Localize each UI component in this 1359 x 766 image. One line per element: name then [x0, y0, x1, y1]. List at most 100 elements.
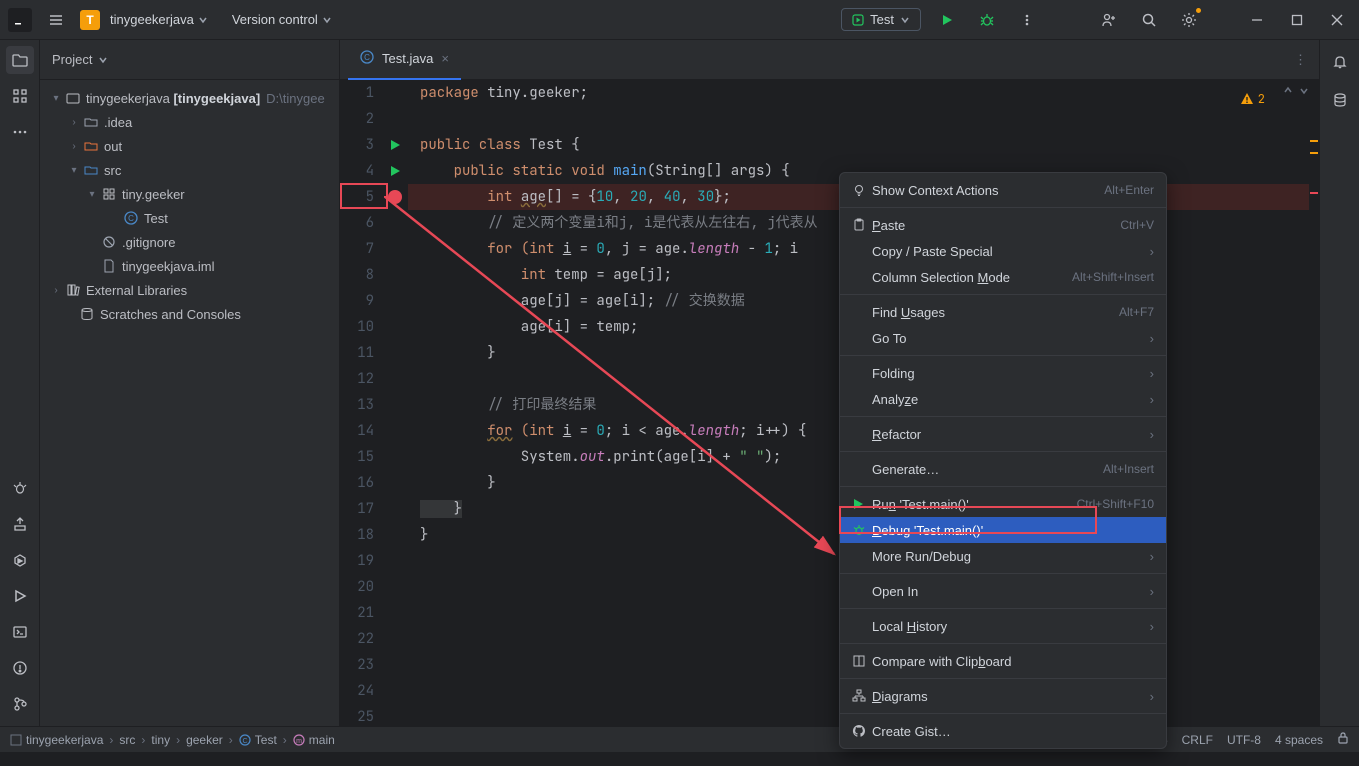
run-config-selector[interactable]: Test — [841, 8, 921, 31]
github-icon — [852, 724, 872, 738]
right-toolbar — [1319, 40, 1359, 726]
chevron-down-icon[interactable] — [98, 55, 108, 65]
maximize-button[interactable] — [1283, 6, 1311, 34]
structure-tool-button[interactable] — [6, 82, 34, 110]
gutter-icon-area[interactable] — [384, 80, 408, 726]
left-toolbar — [0, 40, 40, 726]
git-tool-button[interactable] — [6, 690, 34, 718]
warnings-indicator[interactable]: 2 — [1240, 86, 1265, 112]
run-tool-button[interactable] — [6, 582, 34, 610]
terminal-tool-button[interactable] — [6, 618, 34, 646]
encoding[interactable]: UTF-8 — [1227, 733, 1261, 747]
tree-test-class[interactable]: C Test — [40, 206, 339, 230]
tree-gitignore[interactable]: .gitignore — [40, 230, 339, 254]
tree-idea[interactable]: › .idea — [40, 110, 339, 134]
build-tool-button[interactable] — [6, 510, 34, 538]
menu-copy-paste-special[interactable]: Copy / Paste Special› — [840, 238, 1166, 264]
debug-button[interactable] — [973, 6, 1001, 34]
indent-setting[interactable]: 4 spaces — [1275, 733, 1323, 747]
debug-highlight-box — [839, 506, 1097, 534]
menu-more-run[interactable]: More Run/Debug› — [840, 543, 1166, 569]
tree-iml[interactable]: tinygeekjava.iml — [40, 254, 339, 278]
line-number-gutter: 1234 5678 9101112 13141516 17181920 2122… — [340, 80, 384, 726]
tab-more-button[interactable]: ⋮ — [1294, 52, 1319, 68]
notifications-button[interactable] — [1326, 48, 1354, 76]
menu-folding[interactable]: Folding› — [840, 360, 1166, 386]
debug-tool-button[interactable] — [6, 474, 34, 502]
gitignore-icon — [100, 235, 118, 249]
menu-generate[interactable]: Generate…Alt+Insert — [840, 456, 1166, 482]
tab-test-java[interactable]: C Test.java × — [348, 40, 461, 80]
editor-tabs: C Test.java × ⋮ — [340, 40, 1319, 80]
more-actions-button[interactable] — [1013, 6, 1041, 34]
menu-diagrams[interactable]: Diagrams› — [840, 683, 1166, 709]
line-separator[interactable]: CRLF — [1182, 733, 1213, 747]
run-line-icon[interactable] — [388, 135, 402, 161]
project-tool-button[interactable] — [6, 46, 34, 74]
settings-badge-icon — [1196, 8, 1201, 13]
tab-close-button[interactable]: × — [441, 51, 449, 66]
panel-title: Project — [52, 52, 92, 67]
project-selector[interactable]: tinygeekerjava — [110, 12, 208, 27]
menu-compare-clipboard[interactable]: Compare with Clipboard — [840, 648, 1166, 674]
menu-column-selection[interactable]: Column Selection ModeAlt+Shift+Insert — [840, 264, 1166, 290]
tree-external-libs[interactable]: › External Libraries — [40, 278, 339, 302]
breakpoint-highlight — [340, 183, 388, 209]
tree-src[interactable]: ▾ src — [40, 158, 339, 182]
services-tool-button[interactable] — [6, 546, 34, 574]
search-button[interactable] — [1135, 6, 1163, 34]
menu-separator — [840, 416, 1166, 417]
project-badge: T — [80, 10, 100, 30]
menu-goto[interactable]: Go To› — [840, 325, 1166, 351]
minimize-button[interactable] — [1243, 6, 1271, 34]
crumb-method[interactable]: mmain — [293, 733, 335, 747]
crumb-class[interactable]: CTest — [239, 733, 277, 747]
project-name: tinygeekerjava — [110, 12, 194, 27]
folder-icon — [82, 163, 100, 177]
readonly-icon[interactable] — [1337, 731, 1349, 748]
close-button[interactable] — [1323, 6, 1351, 34]
svg-text:C: C — [364, 53, 370, 62]
app-logo[interactable] — [8, 8, 32, 32]
titlebar: T tinygeekerjava Version control Test — [0, 0, 1359, 40]
problems-tool-button[interactable] — [6, 654, 34, 682]
inspection-nav[interactable] — [1283, 86, 1309, 96]
context-menu: Show Context Actions Alt+Enter Paste Ctr… — [839, 172, 1167, 749]
menu-paste[interactable]: Paste Ctrl+V — [840, 212, 1166, 238]
crumb-src[interactable]: src — [119, 733, 135, 747]
crumb-tiny[interactable]: tiny — [151, 733, 170, 747]
menu-open-in[interactable]: Open In› — [840, 578, 1166, 604]
menu-analyze[interactable]: Analyze› — [840, 386, 1166, 412]
settings-button[interactable] — [1175, 6, 1203, 34]
more-tool-button[interactable] — [6, 118, 34, 146]
editor-body[interactable]: 2 1234 5678 9101112 — [340, 80, 1319, 726]
titlebar-right: Test — [841, 6, 1351, 34]
crumb-geeker[interactable]: geeker — [186, 733, 223, 747]
database-button[interactable] — [1326, 86, 1354, 114]
project-tree[interactable]: ▾ tinygeekerjava [tinygeekjava] D:\tinyg… — [40, 80, 339, 332]
tree-out[interactable]: › out — [40, 134, 339, 158]
main-menu-button[interactable] — [42, 6, 70, 34]
code-with-me-button[interactable] — [1095, 6, 1123, 34]
tree-scratches[interactable]: Scratches and Consoles — [40, 302, 339, 326]
run-button[interactable] — [933, 6, 961, 34]
tree-root[interactable]: ▾ tinygeekerjava [tinygeekjava] D:\tinyg… — [40, 86, 339, 110]
menu-local-history[interactable]: Local History› — [840, 613, 1166, 639]
vcs-selector[interactable]: Version control — [232, 12, 332, 27]
menu-separator — [840, 294, 1166, 295]
menu-find-usages[interactable]: Find UsagesAlt+F7 — [840, 299, 1166, 325]
library-icon — [64, 283, 82, 297]
compare-icon — [852, 654, 872, 668]
tree-package[interactable]: ▾ tiny.geeker — [40, 182, 339, 206]
menu-refactor[interactable]: Refactor› — [840, 421, 1166, 447]
package-icon — [100, 187, 118, 201]
svg-text:C: C — [128, 214, 134, 223]
breakpoint-icon[interactable] — [388, 190, 402, 204]
folder-icon — [82, 115, 100, 129]
scratches-icon — [78, 307, 96, 321]
menu-show-context-actions[interactable]: Show Context Actions Alt+Enter — [840, 177, 1166, 203]
menu-create-gist[interactable]: Create Gist… — [840, 718, 1166, 744]
bulb-icon — [852, 183, 872, 197]
run-line-icon[interactable] — [388, 161, 402, 187]
crumb-module[interactable]: tinygeekerjava — [10, 733, 103, 747]
